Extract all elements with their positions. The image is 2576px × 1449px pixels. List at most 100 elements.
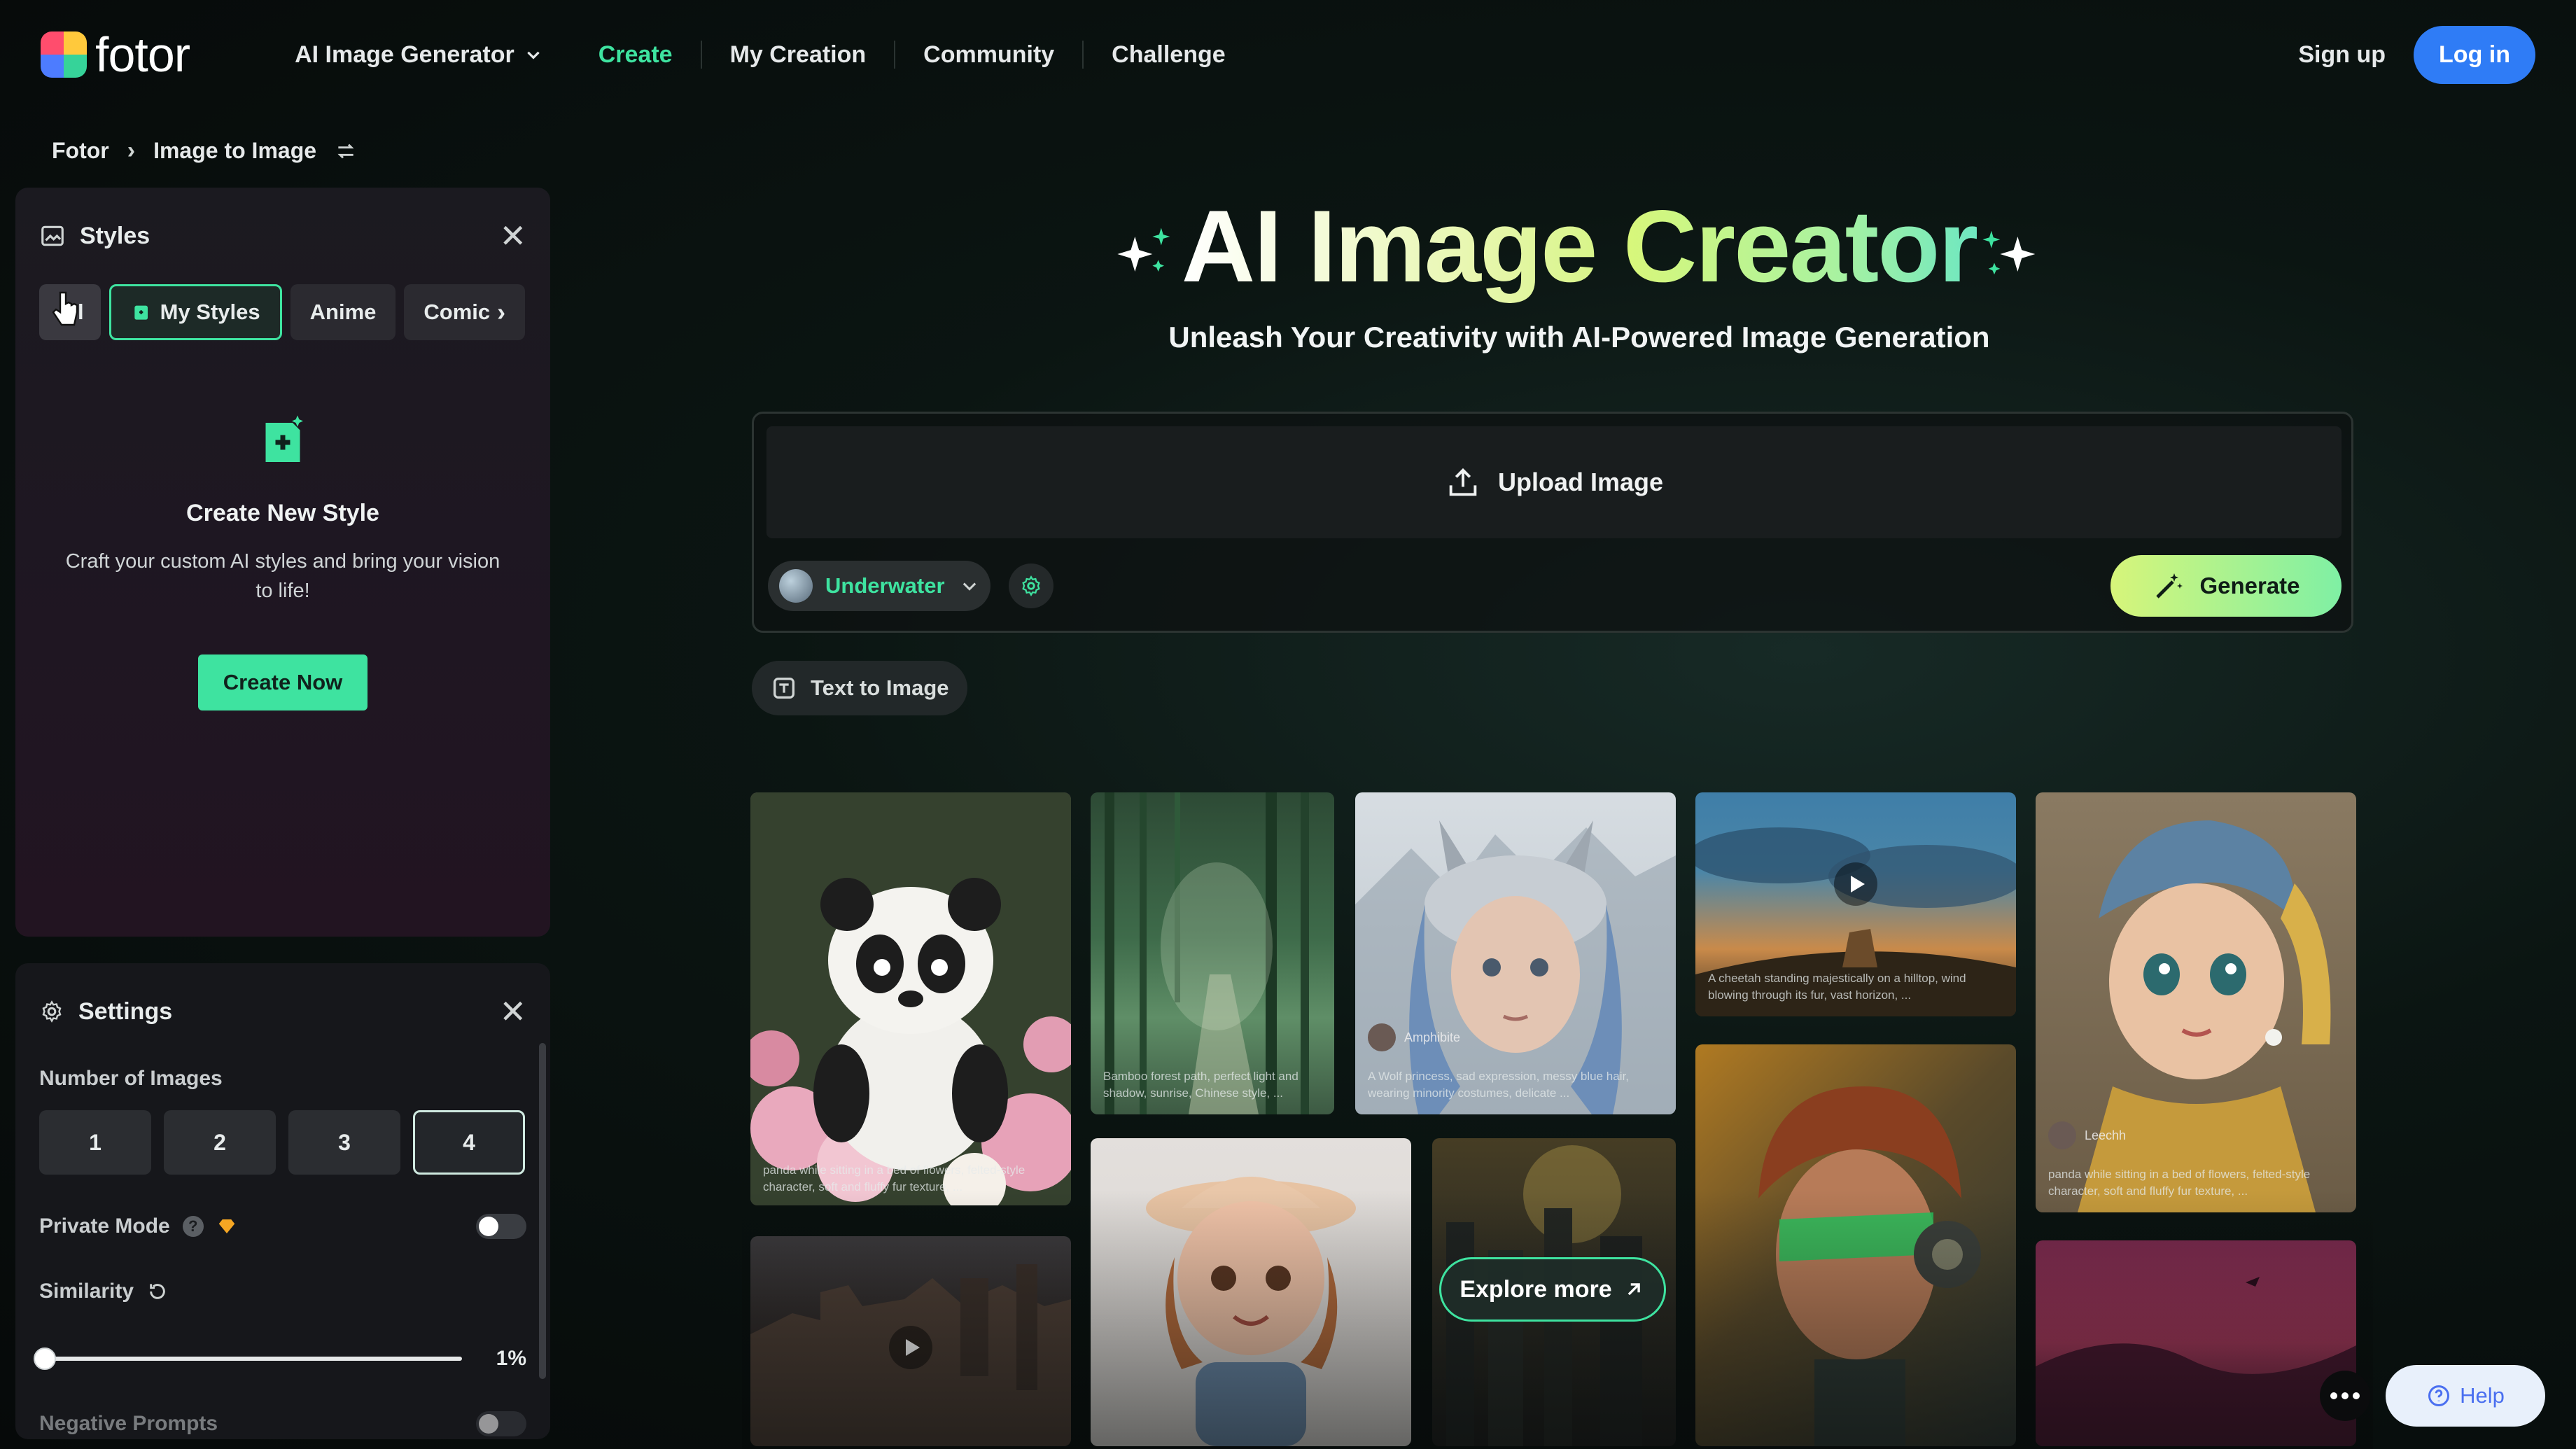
settings-panel: Settings ✕ Number of Images 1 2 3 4 Priv… (15, 963, 550, 1439)
style-select[interactable]: Underwater (768, 561, 990, 611)
nav-community[interactable]: Community (895, 41, 1082, 69)
sparkle-icon (1982, 231, 2036, 275)
gallery-tile-panda[interactable]: panda while sitting in a bed of flowers,… (750, 792, 1071, 1205)
styles-icon (41, 225, 64, 246)
similarity-slider-thumb[interactable] (34, 1348, 57, 1370)
chip-comic-label: Comic (424, 300, 491, 324)
my-styles-icon (134, 305, 148, 320)
chip-my-styles-label: My Styles (160, 300, 260, 324)
breadcrumb-image-to-image[interactable]: Image to Image (153, 138, 316, 164)
cowboy-girl-image (1146, 1177, 1356, 1446)
settings-title: Settings (78, 997, 173, 1025)
create-style-icon (253, 413, 312, 472)
gallery-tile-cheetah[interactable]: A cheetah standing majestically on a hil… (1695, 792, 2016, 1016)
wolf-girl-image (1355, 820, 1676, 1114)
gallery-tile-ruins[interactable] (750, 1236, 1071, 1446)
breadcrumb-fotor[interactable]: Fotor (52, 138, 109, 164)
close-icon[interactable]: ✕ (499, 993, 526, 1030)
swap-icon[interactable] (335, 140, 357, 162)
nav-ai-image-generator-label: AI Image Generator (295, 41, 514, 68)
similarity-label: Similarity (39, 1280, 134, 1303)
tile-username: Leechh (2085, 1128, 2127, 1142)
gallery-tile-pearl-girl[interactable]: Leechh panda while sitting in a bed of f… (2036, 792, 2356, 1212)
nav-challenge[interactable]: Challenge (1084, 41, 1253, 69)
explore-more-button[interactable]: Explore more (1439, 1257, 1666, 1322)
num-images-3[interactable]: 3 (288, 1110, 400, 1175)
reset-icon[interactable] (146, 1280, 169, 1303)
chevron-down-icon (527, 51, 540, 59)
fotor-logo-icon (41, 31, 87, 78)
styles-title: Styles (80, 222, 150, 249)
fotor-logo[interactable]: fotor (41, 27, 190, 83)
play-icon[interactable] (889, 1326, 932, 1369)
num-images-4[interactable]: 4 (413, 1110, 525, 1175)
dot (2330, 1392, 2337, 1399)
upload-image-label: Upload Image (1497, 468, 1664, 496)
gallery-tile-wolf-girl[interactable]: Amphibite A Wolf princess, sad expressio… (1355, 792, 1676, 1114)
magic-wand-icon (2156, 573, 2183, 598)
sign-up-link[interactable]: Sign up (2298, 41, 2386, 69)
gallery-tile-bamboo[interactable]: Bamboo forest path, perfect light and sh… (1091, 792, 1334, 1114)
styles-panel: Styles ✕ All My Styles Anime Comic › Cre… (15, 188, 550, 937)
close-icon[interactable]: ✕ (499, 217, 526, 255)
hero-title-part2: Creator (1623, 189, 1978, 303)
pink-landscape-image (2036, 1277, 2356, 1446)
gear-icon (1022, 575, 1040, 597)
nav-create[interactable]: Create (570, 41, 701, 69)
hero-subtitle: Unleash Your Creativity with AI-Powered … (1168, 321, 1990, 354)
cursor-icon (52, 291, 78, 326)
nav-ai-image-generator[interactable]: AI Image Generator (267, 41, 570, 69)
num-images-1[interactable]: 1 (39, 1110, 151, 1175)
gear-icon (42, 1000, 62, 1023)
tile-caption: panda while sitting in a bed of flowers,… (2048, 1168, 2311, 1198)
log-in-button[interactable]: Log in (2414, 25, 2535, 84)
upload-icon (1449, 468, 1477, 496)
settings-scrollbar[interactable] (539, 1043, 546, 1379)
tile-caption: panda while sitting in a bed of flowers,… (763, 1163, 1026, 1194)
pearl-girl-image (2078, 820, 2331, 1212)
upload-image-area[interactable]: Upload Image (766, 426, 2342, 538)
tile-caption: Bamboo forest path, perfect light and sh… (1103, 1070, 1298, 1100)
chip-comic[interactable]: Comic › (404, 284, 526, 340)
dot (2342, 1392, 2348, 1399)
panda-image (750, 792, 1071, 1205)
nav-my-creation[interactable]: My Creation (702, 41, 895, 69)
negative-prompts-label: Negative Prompts (39, 1412, 218, 1435)
chip-anime[interactable]: Anime (290, 284, 396, 340)
style-select-value: Underwater (825, 573, 945, 598)
text-to-image-label: Text to Image (811, 676, 949, 700)
text-to-image-icon (774, 678, 794, 699)
dot (2353, 1392, 2360, 1399)
arrow-up-right-icon (1628, 1283, 1640, 1296)
generate-label: Generate (2199, 573, 2300, 598)
top-navigation: fotor AI Image Generator Create My Creat… (0, 0, 2576, 109)
generate-button[interactable]: Generate (2110, 555, 2342, 617)
create-new-style-description: Craft your custom AI styles and bring yo… (65, 550, 500, 602)
cyber-girl-image (1758, 1086, 1981, 1446)
create-now-button[interactable]: Create Now (197, 654, 368, 710)
private-mode-toggle[interactable] (476, 1214, 526, 1239)
help-button[interactable]: Help (2386, 1365, 2545, 1427)
style-settings-button[interactable] (1009, 564, 1054, 608)
more-options-button[interactable] (2320, 1371, 2370, 1421)
play-icon[interactable] (1834, 862, 1877, 906)
negative-prompts-toggle[interactable] (476, 1411, 526, 1436)
bamboo-image (1105, 792, 1309, 1114)
gallery-tile-pink-landscape[interactable] (2036, 1240, 2356, 1446)
help-icon (2428, 1385, 2450, 1406)
similarity-slider[interactable] (34, 1348, 462, 1370)
style-avatar (779, 569, 813, 603)
avatar (1368, 1023, 1396, 1051)
num-images-2[interactable]: 2 (164, 1110, 276, 1175)
gallery-tile-cowboy-girl[interactable] (1091, 1138, 1411, 1446)
question-icon[interactable]: ? (182, 1216, 204, 1237)
logo-text: fotor (95, 27, 190, 82)
chevron-right-icon: › (127, 137, 136, 164)
premium-diamond-icon (218, 1219, 234, 1233)
text-to-image-button[interactable]: Text to Image (752, 661, 967, 715)
explore-more-label: Explore more (1460, 1275, 1612, 1303)
help-label: Help (2460, 1383, 2505, 1408)
chip-my-styles[interactable]: My Styles (108, 284, 282, 340)
chevron-right-icon[interactable]: › (497, 298, 505, 327)
gallery-tile-cyber-girl[interactable] (1695, 1044, 2016, 1446)
